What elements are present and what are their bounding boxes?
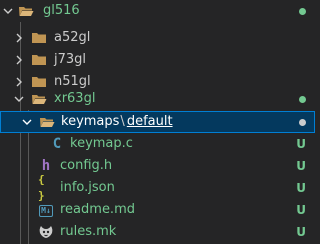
untracked-badge: U	[296, 203, 306, 217]
tree-item-label: info.json	[60, 180, 115, 195]
tree-item-keymap-c[interactable]: C keymap.c U	[0, 133, 315, 155]
chevron-down-icon	[14, 94, 24, 104]
file-explorer-tree: gl516 a52gl j73gl n51gl xr63gl keymaps\ …	[0, 0, 315, 244]
folder-open-icon	[31, 91, 47, 107]
chevron-right-icon	[14, 33, 24, 43]
chevron-right-icon	[14, 55, 24, 65]
tree-item-label: gl516	[43, 3, 80, 18]
folder-icon	[31, 30, 47, 46]
tree-item-readme-md[interactable]: M↓ readme.md U	[0, 199, 315, 221]
chevron-right-icon	[14, 77, 24, 87]
markdown-file-icon: M↓	[39, 205, 53, 217]
path-separator: \	[120, 114, 125, 129]
json-file-icon: { }	[38, 173, 45, 202]
tree-item-keymaps-default[interactable]: keymaps\ default	[0, 111, 315, 133]
untracked-badge: U	[296, 159, 306, 173]
tree-item-j73gl[interactable]: j73gl	[0, 49, 315, 71]
c-file-icon: C	[52, 136, 62, 152]
chevron-down-icon	[22, 117, 32, 127]
untracked-badge: U	[296, 137, 306, 151]
tree-item-label: j73gl	[54, 52, 87, 67]
folder-name[interactable]: keymaps	[61, 114, 119, 129]
modified-dot-indicator	[299, 118, 306, 126]
tree-item-label: keymaps\ default	[61, 112, 173, 132]
untracked-badge: U	[296, 225, 306, 239]
tree-item-label: config.h	[60, 158, 113, 173]
tree-item-label: xr63gl	[54, 91, 96, 106]
subfolder-name[interactable]: default	[127, 114, 173, 129]
folder-icon	[31, 52, 47, 68]
tree-item-label: rules.mk	[60, 224, 117, 239]
makefile-gnu-icon	[38, 224, 54, 240]
tree-item-label: a52gl	[54, 30, 91, 45]
modified-dot-indicator	[299, 95, 306, 103]
tree-item-info-json[interactable]: { } info.json U	[0, 173, 315, 202]
tree-item-label: keymap.c	[70, 136, 133, 151]
chevron-down-icon	[3, 6, 13, 16]
tree-item-gl516[interactable]: gl516	[0, 0, 315, 22]
tree-item-a52gl[interactable]: a52gl	[0, 27, 315, 49]
untracked-badge: U	[296, 181, 306, 195]
tree-item-rules-mk[interactable]: rules.mk U	[0, 221, 315, 243]
modified-dot-indicator	[299, 7, 306, 15]
tree-item-label: readme.md	[60, 202, 135, 217]
folder-open-icon	[18, 3, 34, 19]
folder-open-icon	[39, 114, 55, 130]
tree-item-xr63gl[interactable]: xr63gl	[0, 88, 315, 110]
